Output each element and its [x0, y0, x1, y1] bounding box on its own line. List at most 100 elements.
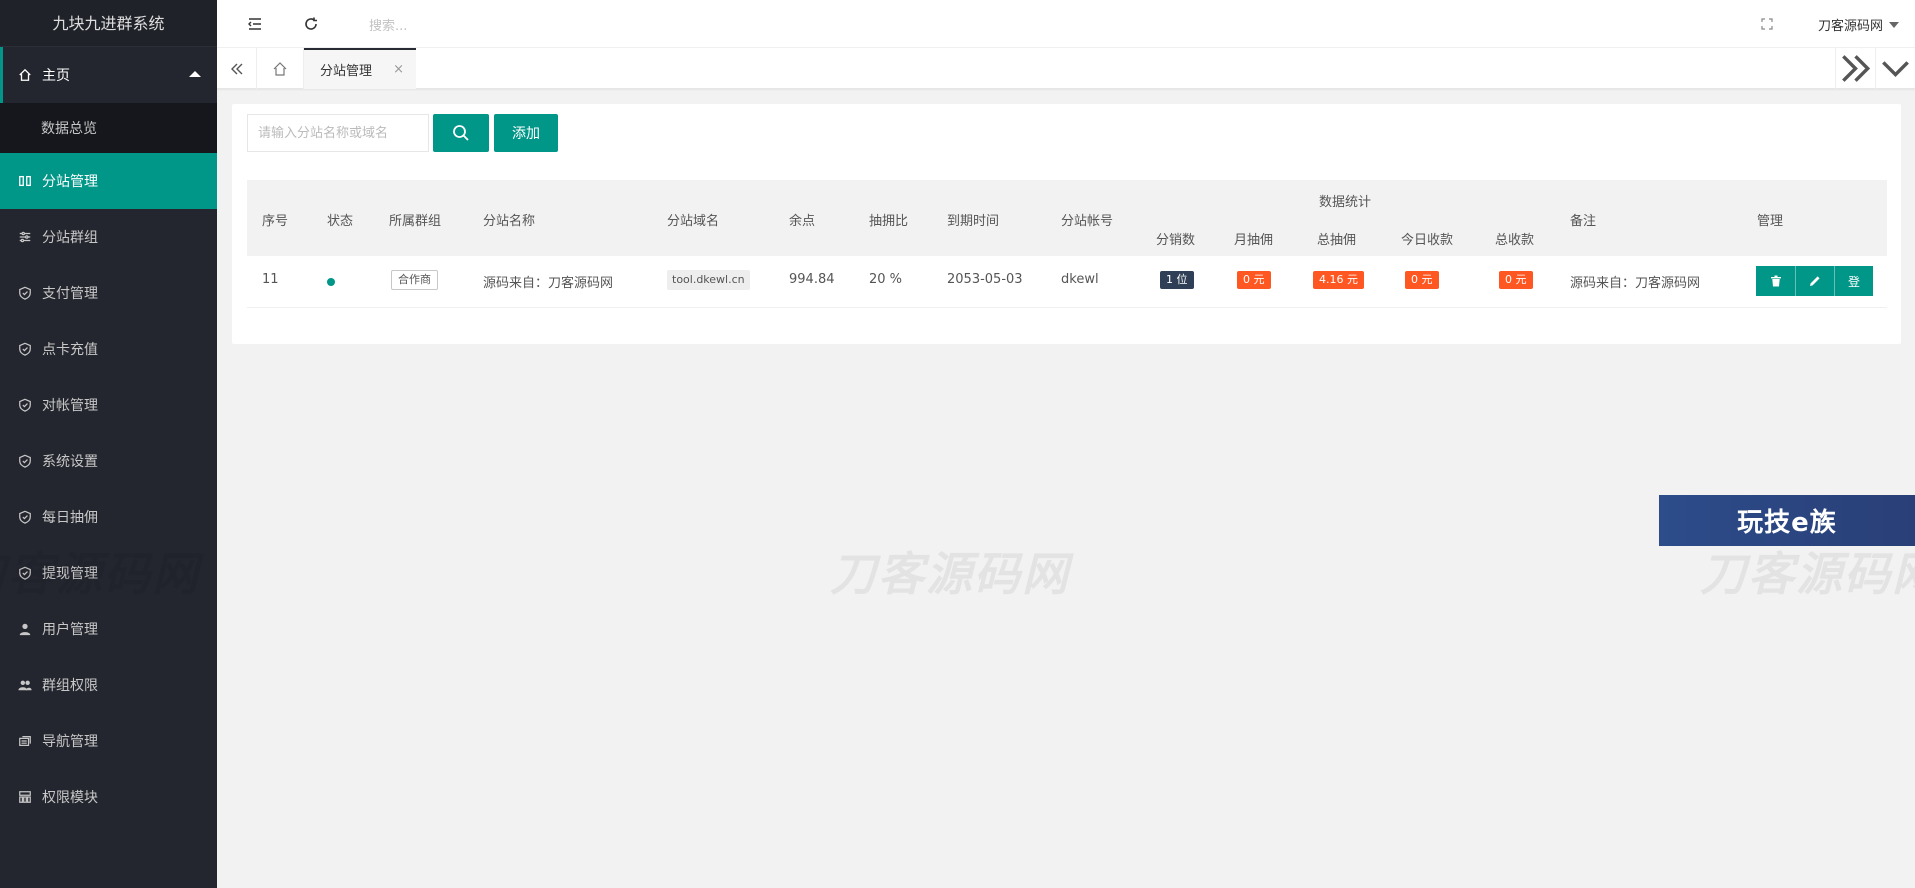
- search-button[interactable]: [433, 114, 489, 152]
- sidebar-item-label: 导航管理: [42, 734, 98, 750]
- user-menu[interactable]: 刀客源码网: [1818, 15, 1899, 34]
- sidebar-item-group-permission[interactable]: 群组权限: [0, 657, 217, 713]
- col-ratio: 抽拥比: [869, 214, 909, 229]
- tab-substation[interactable]: 分站管理 ×: [304, 48, 416, 89]
- caret-up-icon: [189, 71, 201, 77]
- shield-icon: [18, 286, 32, 300]
- col-stats: 数据统计: [1319, 195, 1372, 210]
- col-today-income: 今日收款: [1401, 233, 1454, 248]
- users-icon: [18, 678, 32, 692]
- top-header: 搜索... 刀客源码网: [217, 0, 1915, 48]
- watermark: 刀客源码网: [830, 547, 1070, 601]
- cell-expire: 2053-05-03: [947, 272, 1023, 287]
- sidebar-item-label: 每日抽佣: [42, 510, 98, 526]
- close-icon[interactable]: ×: [393, 62, 404, 77]
- col-group: 所属群组: [389, 214, 442, 229]
- dist-badge: 1 位: [1160, 271, 1194, 289]
- sidebar-item-label: 点卡充值: [42, 342, 98, 358]
- month-comm-badge: 0 元: [1237, 271, 1271, 289]
- delete-button[interactable]: [1756, 266, 1795, 296]
- watermark: 刀客源码网: [1700, 547, 1915, 601]
- columns-icon: [18, 174, 32, 188]
- table-row: 11 合作商 源码来自：刀客源码网 tool.dkewl.cn 994.84 2…: [247, 256, 1887, 308]
- shield-icon: [18, 510, 32, 524]
- login-button[interactable]: 登: [1834, 266, 1873, 296]
- substation-table: 序号 状态 所属群组 分站名称 分站域名 余点 抽拥比 到期时间 分站帐号 数据…: [247, 180, 1887, 308]
- cell-ratio: 20 %: [869, 272, 903, 287]
- edit-button[interactable]: [1795, 266, 1834, 296]
- sidebar-item-label: 群组权限: [42, 678, 98, 694]
- sidebar-item-settings[interactable]: 系统设置: [0, 433, 217, 489]
- sidebar-item-home[interactable]: 主页: [0, 47, 217, 103]
- sidebar-item-daily-commission[interactable]: 每日抽佣: [0, 489, 217, 545]
- sidebar: 九块九进群系统 主页 数据总览 分站管理 分站群组 支付管理 点卡充值 对帐管理…: [0, 0, 217, 888]
- sidebar-subitem-overview[interactable]: 数据总览: [0, 103, 217, 153]
- cell-index: 11: [262, 272, 279, 287]
- header-search-input[interactable]: 搜索...: [369, 15, 407, 34]
- col-index: 序号: [262, 214, 289, 229]
- col-manage: 管理: [1757, 214, 1784, 229]
- total-income-badge: 0 元: [1499, 271, 1533, 289]
- sidebar-item-permission-module[interactable]: 权限模块: [0, 769, 217, 825]
- user-name: 刀客源码网: [1817, 19, 1883, 34]
- col-month-comm: 月抽佣: [1234, 233, 1274, 248]
- refresh-icon[interactable]: [303, 16, 319, 32]
- col-balance: 余点: [789, 214, 816, 229]
- sidebar-item-label: 支付管理: [42, 286, 98, 302]
- sidebar-item-label: 主页: [42, 68, 70, 84]
- status-dot: [327, 278, 335, 286]
- col-domain: 分站域名: [667, 214, 720, 229]
- col-status: 状态: [327, 214, 354, 229]
- sidebar-item-label: 权限模块: [42, 790, 98, 806]
- col-dist: 分销数: [1156, 233, 1196, 248]
- watermark: 刀客源码网: [0, 547, 200, 601]
- trash-icon: [1770, 275, 1781, 287]
- promo-banner[interactable]: 玩技e族: [1659, 495, 1915, 546]
- tabs-menu-button[interactable]: [1875, 48, 1915, 89]
- sidebar-item-label: 分站管理: [42, 174, 98, 190]
- table-header: 序号 状态 所属群组 分站名称 分站域名 余点 抽拥比 到期时间 分站帐号 数据…: [247, 180, 1887, 256]
- home-icon: [273, 61, 287, 76]
- search-input[interactable]: [247, 114, 429, 152]
- pencil-icon: [1810, 276, 1820, 286]
- domain-tag: tool.dkewl.cn: [667, 270, 750, 290]
- sidebar-item-substation[interactable]: 分站管理: [0, 153, 217, 209]
- home-icon: [18, 68, 32, 82]
- col-expire: 到期时间: [947, 214, 1000, 229]
- today-income-badge: 0 元: [1405, 271, 1439, 289]
- double-right-icon: [1842, 55, 1871, 82]
- col-account: 分站帐号: [1061, 214, 1114, 229]
- sidebar-item-substation-group[interactable]: 分站群组: [0, 209, 217, 265]
- col-total-income: 总收款: [1495, 233, 1535, 248]
- tabs-bar: 分站管理 ×: [217, 48, 1915, 89]
- add-button[interactable]: 添加: [494, 114, 558, 152]
- col-total-comm: 总抽佣: [1317, 233, 1357, 248]
- tab-label: 分站管理: [320, 64, 373, 79]
- cell-name: 源码来自：刀客源码网: [483, 276, 614, 291]
- cell-account: dkewl: [1061, 272, 1099, 287]
- menu-fold-icon[interactable]: [247, 16, 263, 32]
- nav-icon: [18, 734, 32, 748]
- content-card: 添加 序号 状态 所属群组 分站名称 分站域名 余点 抽拥比 到期时间 分站帐号…: [232, 104, 1901, 344]
- sidebar-item-card-recharge[interactable]: 点卡充值: [0, 321, 217, 377]
- tabs-scroll-right-button[interactable]: [1835, 48, 1875, 89]
- tabs-scroll-left-button[interactable]: [217, 48, 257, 89]
- search-icon: [453, 125, 469, 141]
- cell-remark: 源码来自：刀客源码网: [1570, 276, 1701, 291]
- col-name: 分站名称: [483, 214, 536, 229]
- sidebar-item-navigation[interactable]: 导航管理: [0, 713, 217, 769]
- shield-icon: [18, 342, 32, 356]
- tab-home[interactable]: [257, 48, 304, 89]
- chevron-down-icon: [1882, 61, 1909, 78]
- sidebar-item-payment[interactable]: 支付管理: [0, 265, 217, 321]
- shield-icon: [18, 398, 32, 412]
- double-left-icon: [230, 63, 242, 74]
- chevron-down-icon: [1889, 21, 1899, 28]
- app-logo: 九块九进群系统: [0, 0, 217, 47]
- fullscreen-icon[interactable]: [1759, 16, 1775, 32]
- sidebar-item-label: 用户管理: [42, 622, 98, 638]
- sidebar-item-users[interactable]: 用户管理: [0, 601, 217, 657]
- sidebar-item-label: 对帐管理: [42, 398, 98, 414]
- sidebar-item-reconcile[interactable]: 对帐管理: [0, 377, 217, 433]
- modules-icon: [18, 790, 32, 804]
